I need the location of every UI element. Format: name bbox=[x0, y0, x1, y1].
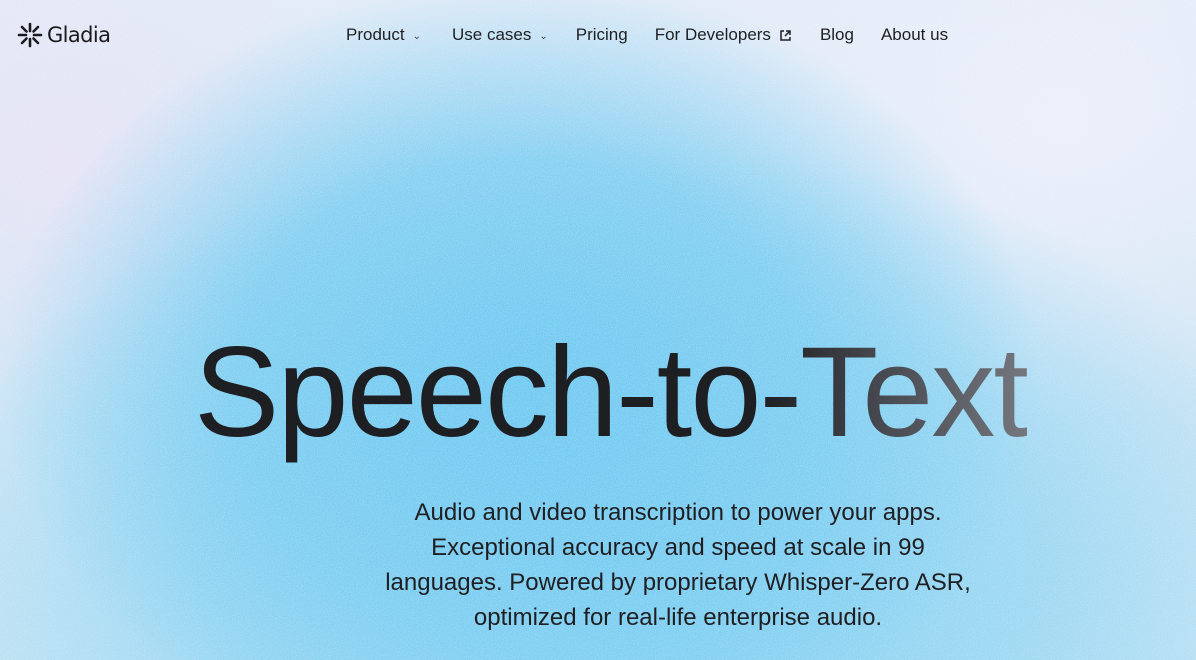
brand-name: Gladia bbox=[47, 23, 111, 47]
hero-subtitle-line: optimized for real-life enterprise audio… bbox=[473, 604, 883, 631]
nav-item-label: About us bbox=[880, 25, 949, 44]
nav-item-label: Pricing bbox=[575, 25, 628, 44]
hero-subtitle-line: Exceptional accuracy and speed at scale … bbox=[431, 534, 925, 561]
chevron-down-icon: ⌄ bbox=[412, 30, 421, 42]
nav-item-for-developers[interactable]: For Developers bbox=[655, 25, 792, 45]
hero-subtitle-line: languages. Powered by proprietary Whispe… bbox=[385, 569, 971, 596]
main-nav: Product ⌄ Use cases ⌄ Pricing For Develo… bbox=[346, 24, 948, 46]
external-link-icon bbox=[780, 29, 791, 41]
nav-item-label: For Developers bbox=[654, 25, 771, 44]
site-header: Gladia Product ⌄ Use cases ⌄ Pricing For… bbox=[0, 0, 1196, 70]
nav-item-label: Product bbox=[346, 25, 405, 44]
nav-item-label: Use cases bbox=[451, 25, 532, 44]
gladia-logo-icon bbox=[17, 22, 43, 48]
brand-logo[interactable]: Gladia bbox=[17, 22, 111, 48]
chevron-down-icon: ⌄ bbox=[539, 30, 548, 42]
nav-item-about-us[interactable]: About us bbox=[881, 25, 948, 45]
hero-subtitle: Audio and video transcription to power y… bbox=[298, 495, 1058, 635]
nav-item-pricing[interactable]: Pricing bbox=[576, 25, 628, 45]
hero-subtitle-line: Audio and video transcription to power y… bbox=[414, 499, 942, 526]
hero-title: Speech-to-Text bbox=[194, 318, 1029, 468]
nav-item-blog[interactable]: Blog bbox=[820, 25, 854, 45]
nav-item-label: Blog bbox=[819, 25, 854, 44]
nav-item-product[interactable]: Product ⌄ bbox=[346, 25, 421, 45]
nav-item-use-cases[interactable]: Use cases ⌄ bbox=[452, 25, 548, 45]
